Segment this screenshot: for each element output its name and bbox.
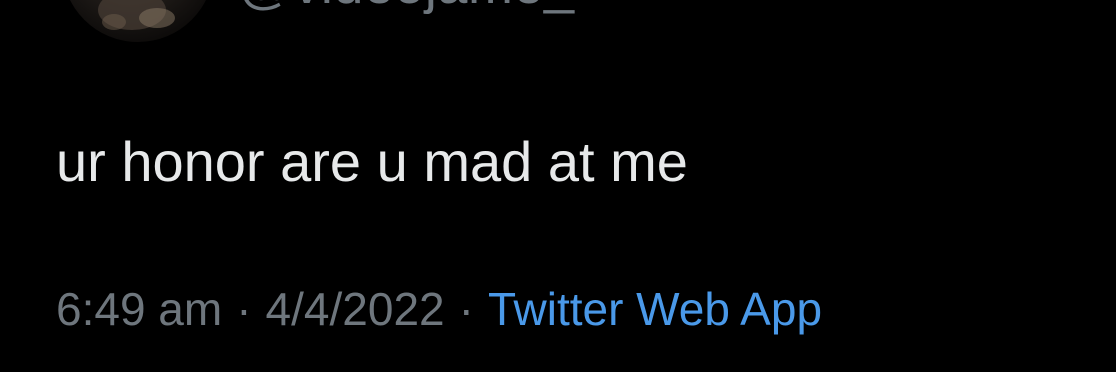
tweet-source-link[interactable]: Twitter Web App	[488, 283, 822, 335]
author-handle[interactable]: @videojame_	[238, 0, 575, 16]
tweet-header: @videojame_	[0, 0, 1116, 60]
tweet-date[interactable]: 4/4/2022	[266, 283, 445, 335]
tweet-time[interactable]: 6:49 am	[56, 283, 222, 335]
avatar-image	[98, 0, 175, 30]
meta-separator: ·	[236, 283, 252, 335]
tweet-meta: 6:49 am · 4/4/2022 · Twitter Web App	[56, 280, 822, 338]
meta-separator: ·	[458, 283, 474, 335]
tweet-text: ur honor are u mad at me	[56, 130, 688, 193]
avatar[interactable]	[62, 0, 214, 42]
